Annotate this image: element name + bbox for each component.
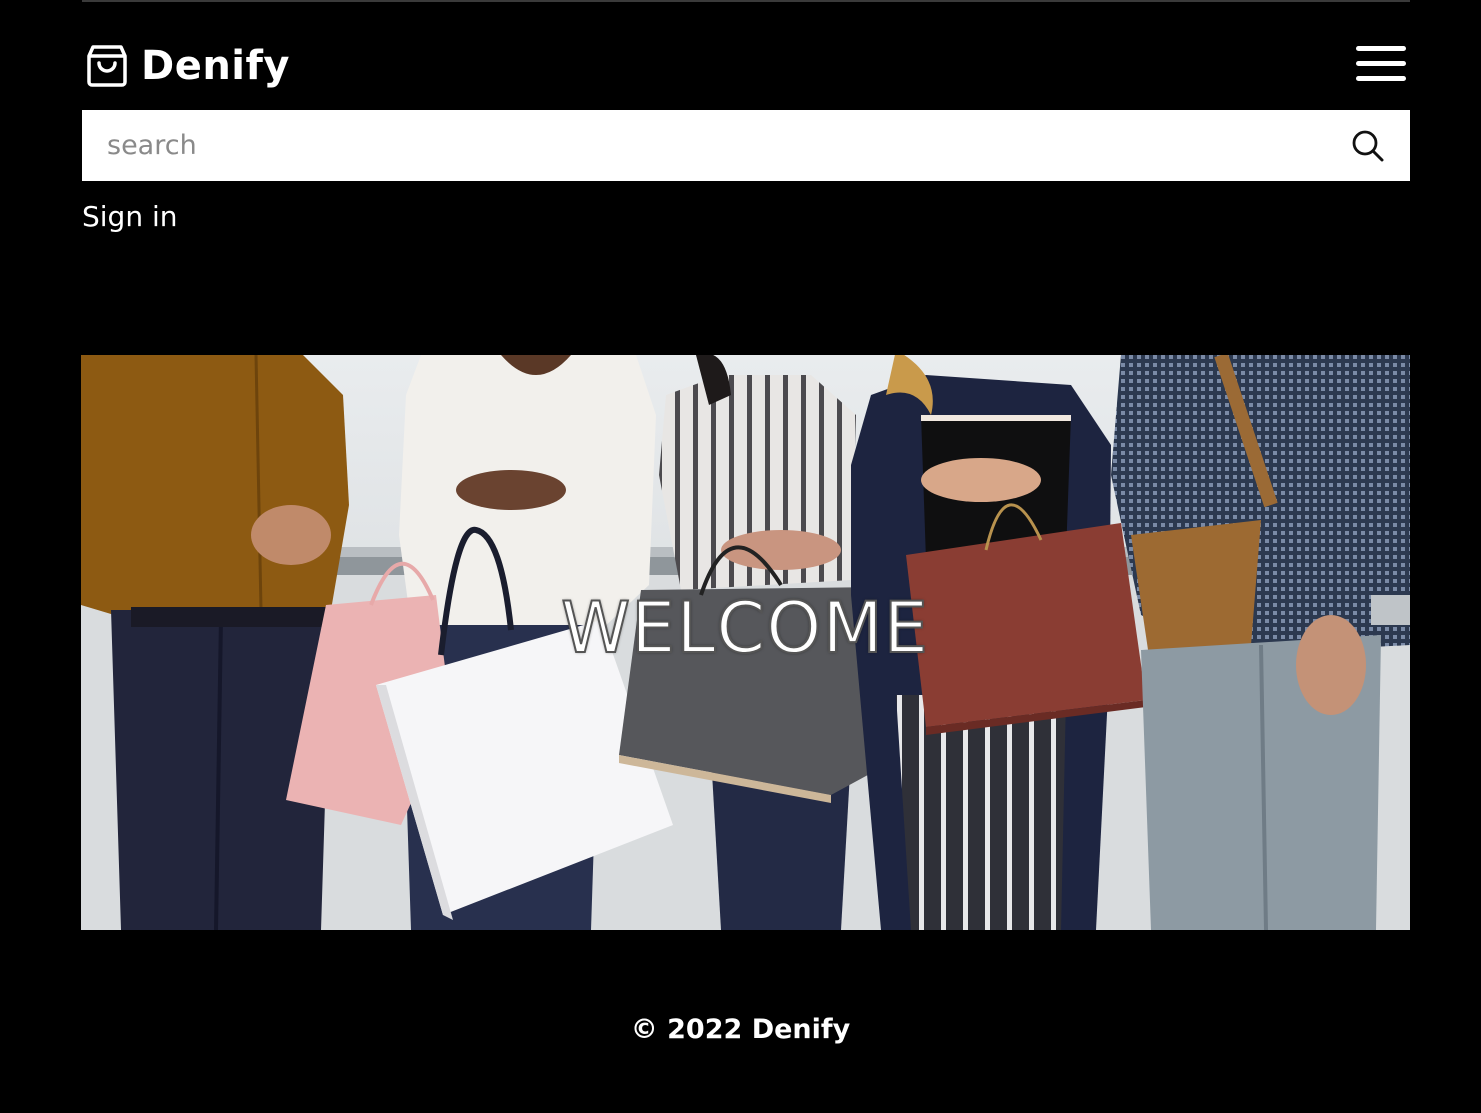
search-icon	[1352, 130, 1384, 161]
search-bar	[82, 110, 1410, 181]
search-input[interactable]	[82, 110, 1326, 181]
search-button[interactable]	[1326, 110, 1410, 181]
sign-in-link[interactable]: Sign in	[82, 200, 178, 233]
brand-logo[interactable]: Denify	[87, 40, 290, 92]
brand-name: Denify	[141, 43, 290, 89]
shopping-bag-icon	[87, 45, 127, 87]
page: Denify Sign in	[0, 0, 1481, 1113]
copyright-text: © 2022 Denify	[630, 1014, 851, 1045]
hero-title: WELCOME	[560, 586, 930, 670]
site-header: Denify	[82, 30, 1410, 100]
hero-banner: WELCOME	[81, 355, 1410, 930]
menu-button[interactable]	[1356, 44, 1406, 84]
top-divider	[82, 0, 1410, 2]
